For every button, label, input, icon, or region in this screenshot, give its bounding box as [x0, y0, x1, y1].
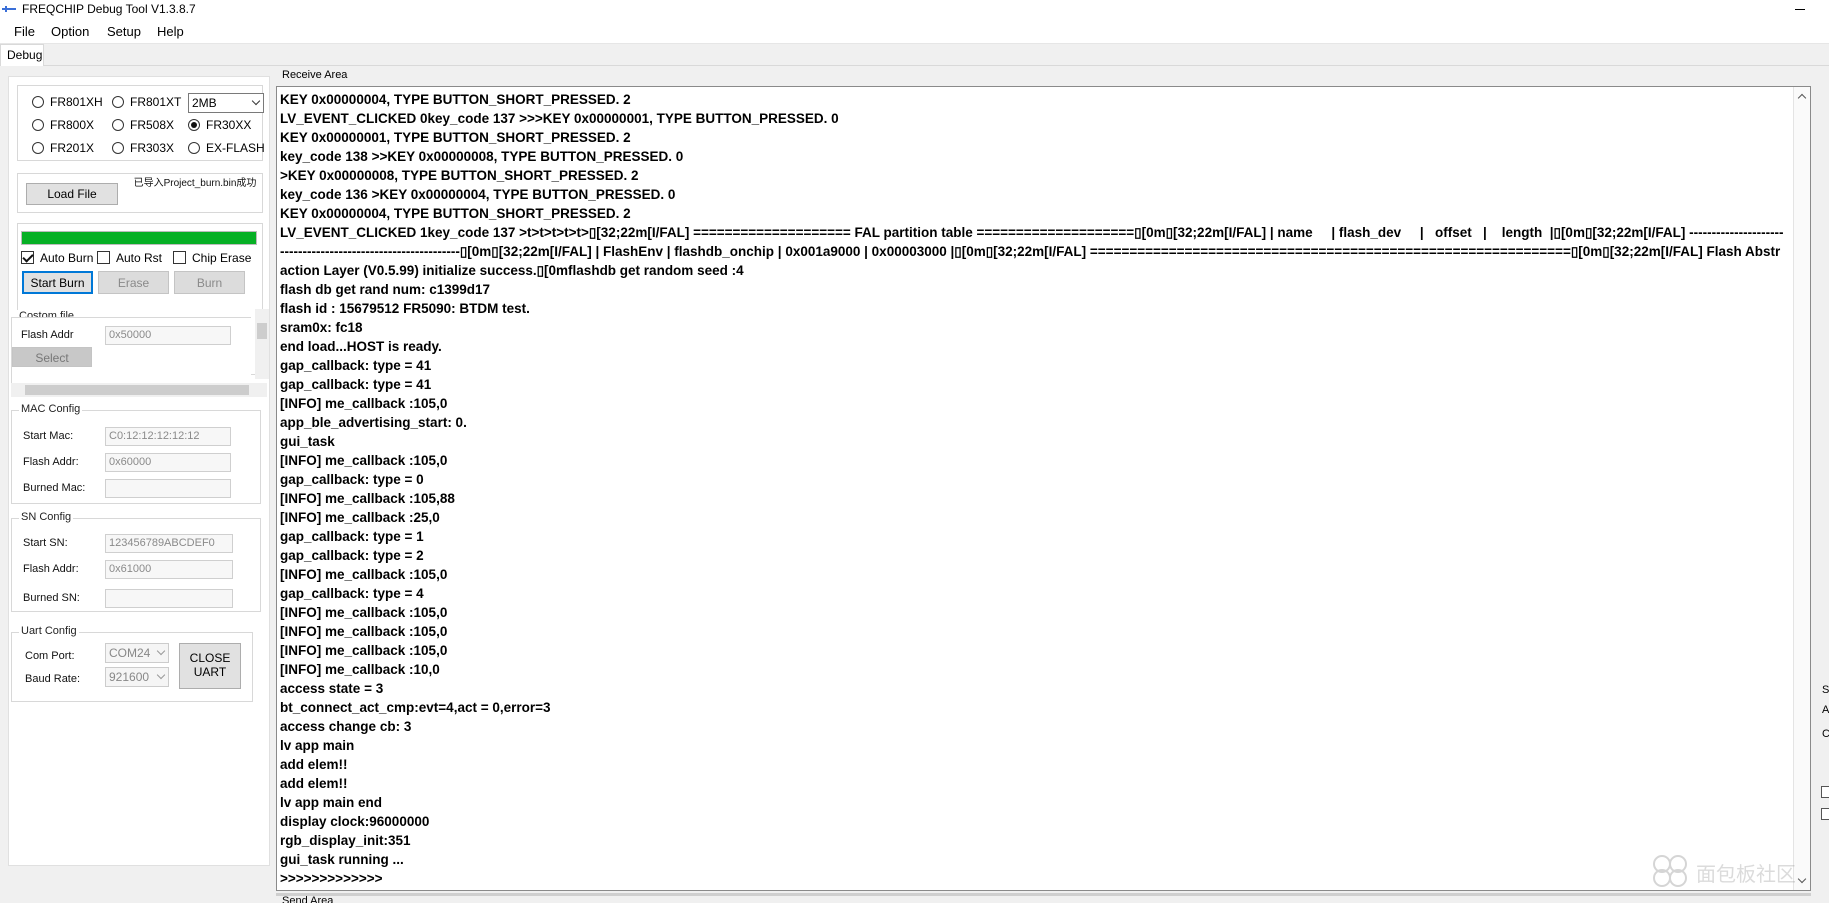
load-file-button[interactable]: Load File: [26, 183, 118, 205]
right-edge-controls: S A C: [1820, 670, 1829, 900]
baud-rate-select[interactable]: 921600: [105, 667, 169, 687]
chevron-down-icon: [251, 96, 261, 106]
receive-area-label: Receive Area: [282, 69, 348, 81]
scroll-up-icon[interactable]: [1797, 93, 1807, 103]
flash-size-select[interactable]: 2MB: [188, 93, 264, 113]
start-sn-label: Start SN:: [23, 537, 68, 549]
receive-vscroll[interactable]: [1793, 87, 1810, 890]
start-burn-button[interactable]: Start Burn: [22, 271, 93, 294]
app-icon: [2, 6, 16, 12]
select-file-button[interactable]: Select: [12, 347, 92, 367]
uart-config-title: Uart Config: [19, 625, 79, 637]
start-mac-input[interactable]: C0:12:12:12:12:12: [105, 427, 231, 446]
burn-button[interactable]: Burn: [174, 271, 245, 294]
vscroll-thumb[interactable]: [257, 323, 267, 339]
left-panel: FR801XH FR801XT 2MB FR800X FR508X FR30XX…: [8, 76, 270, 866]
burned-sn-input[interactable]: [105, 589, 233, 608]
watermark-text: 面包板社区: [1696, 864, 1796, 886]
menu-option[interactable]: Option: [51, 24, 89, 39]
com-port-select[interactable]: COM24: [105, 643, 169, 663]
mac-flash-addr-input[interactable]: 0x60000: [105, 453, 231, 472]
custom-flash-addr-input[interactable]: 0x50000: [105, 326, 231, 345]
watermark: 面包板社区: [1650, 852, 1800, 888]
tab-row: Debug: [0, 44, 1829, 66]
custom-file-hscroll[interactable]: [11, 383, 267, 397]
com-port-label: Com Port:: [25, 650, 75, 662]
burn-progress-bar: [21, 231, 257, 245]
baud-rate-label: Baud Rate:: [25, 673, 81, 685]
close-uart-button[interactable]: CLOSE UART: [179, 643, 241, 689]
start-sn-input[interactable]: 123456789ABCDEF0: [105, 534, 233, 553]
close-uart-label: CLOSE UART: [189, 651, 231, 679]
menu-bar: File Option Setup Help: [0, 20, 1829, 44]
mac-flash-addr-label: Flash Addr:: [23, 456, 79, 468]
chevron-down-icon: [156, 670, 166, 680]
minimize-icon[interactable]: [1790, 0, 1810, 18]
load-status: 已导入Project_burn.bin成功: [133, 178, 257, 189]
custom-flash-addr-label: Flash Addr: [21, 329, 74, 341]
window-title: FREQCHIP Debug Tool V1.3.8.7: [22, 2, 196, 16]
menu-setup[interactable]: Setup: [107, 24, 141, 39]
hscroll-thumb[interactable]: [25, 385, 249, 395]
chip-group: FR801XH FR801XT 2MB FR800X FR508X FR30XX…: [17, 85, 265, 161]
sn-flash-addr-input[interactable]: 0x61000: [105, 560, 233, 579]
sn-config-title: SN Config: [19, 511, 74, 523]
title-bar: FREQCHIP Debug Tool V1.3.8.7: [0, 0, 1829, 20]
burned-mac-input[interactable]: [105, 479, 231, 498]
receive-area[interactable]: KEY 0x00000004, TYPE BUTTON_SHORT_PRESSE…: [276, 86, 1811, 891]
mac-config-title: MAC Config: [19, 403, 83, 415]
progress-fill: [22, 232, 256, 244]
receive-log: KEY 0x00000004, TYPE BUTTON_SHORT_PRESSE…: [280, 92, 1784, 886]
erase-button[interactable]: Erase: [98, 271, 169, 294]
load-group: Load File 已导入Project_burn.bin成功: [17, 173, 263, 213]
start-mac-label: Start Mac:: [23, 430, 74, 442]
chevron-down-icon: [156, 646, 166, 656]
menu-file[interactable]: File: [14, 24, 35, 39]
clipped-checkbox[interactable]: [1821, 786, 1829, 798]
tab-debug[interactable]: Debug: [0, 44, 44, 66]
burned-sn-label: Burned SN:: [23, 592, 80, 604]
menu-help[interactable]: Help: [157, 24, 184, 39]
watermark-logo-icon: [1653, 855, 1687, 887]
send-area-label: Send Area: [282, 895, 334, 903]
sn-flash-addr-label: Flash Addr:: [23, 563, 79, 575]
area-splitter[interactable]: [276, 893, 1811, 896]
burned-mac-label: Burned Mac:: [23, 482, 86, 494]
clipped-checkbox[interactable]: [1821, 808, 1829, 820]
custom-file-vscroll[interactable]: [255, 309, 269, 379]
